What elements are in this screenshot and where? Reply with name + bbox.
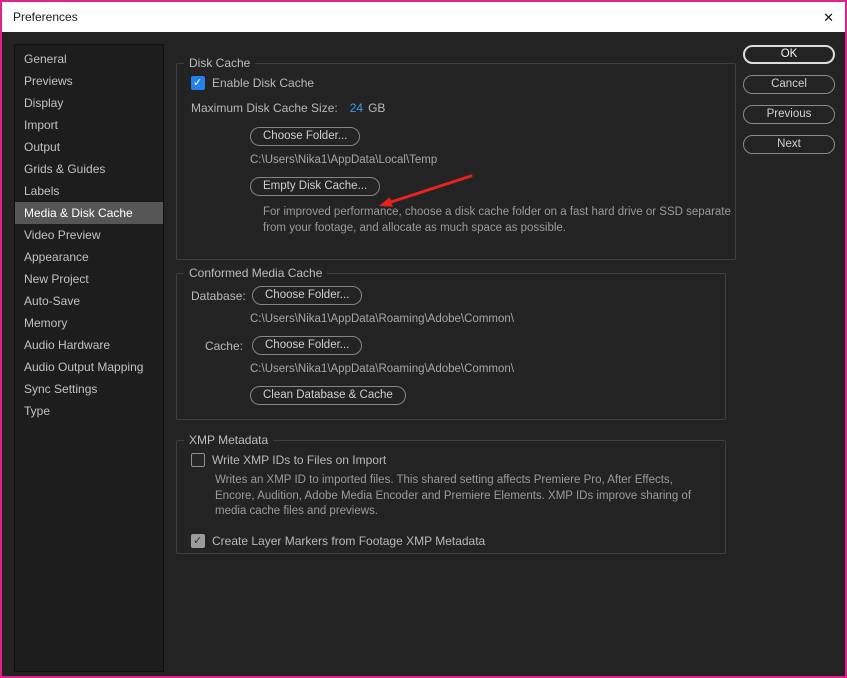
sidebar-item-general[interactable]: General [15, 48, 163, 70]
sidebar-item-grids-guides[interactable]: Grids & Guides [15, 158, 163, 180]
conformed-media-cache-group-title: Conformed Media Cache [189, 266, 323, 280]
cache-choose-folder-button[interactable]: Choose Folder... [252, 336, 363, 355]
sidebar-item-previews[interactable]: Previews [15, 70, 163, 92]
disk-cache-group: Disk Cache Enable Disk Cache Maximum Dis… [176, 56, 736, 260]
ok-button[interactable]: OK [743, 45, 835, 64]
max-disk-cache-size-label: Maximum Disk Cache Size: [191, 101, 338, 115]
close-icon[interactable]: ✕ [823, 11, 834, 24]
cache-label: Cache: [204, 338, 243, 353]
create-layer-markers-checkbox[interactable] [191, 533, 205, 548]
max-disk-cache-size-value[interactable]: 24 [350, 101, 363, 115]
window-title: Preferences [13, 10, 78, 24]
sidebar-item-sync-settings[interactable]: Sync Settings [15, 378, 163, 400]
xmp-metadata-group-title: XMP Metadata [189, 433, 269, 447]
disk-cache-choose-folder-button[interactable]: Choose Folder... [250, 127, 361, 146]
sidebar-item-appearance[interactable]: Appearance [15, 246, 163, 268]
sidebar-item-import[interactable]: Import [15, 114, 163, 136]
enable-disk-cache-label: Enable Disk Cache [212, 76, 315, 90]
dialog-body: General Previews Display Import Output G… [2, 32, 845, 676]
conformed-media-cache-group: Conformed Media Cache Database: Choose F… [176, 266, 726, 420]
sidebar-item-display[interactable]: Display [15, 92, 163, 114]
disk-cache-group-title: Disk Cache [189, 56, 251, 70]
xmp-metadata-group: XMP Metadata Write XMP IDs to Files on I… [176, 433, 726, 554]
sidebar-item-audio-output-mapping[interactable]: Audio Output Mapping [15, 356, 163, 378]
sidebar-item-auto-save[interactable]: Auto-Save [15, 290, 163, 312]
disk-cache-description: For improved performance, choose a disk … [263, 206, 731, 234]
sidebar-item-media-disk-cache[interactable]: Media & Disk Cache [15, 202, 163, 224]
preferences-window: Preferences ✕ General Previews Display I… [0, 0, 847, 678]
database-label: Database: [191, 288, 246, 303]
title-bar: Preferences ✕ [2, 2, 845, 32]
cancel-button[interactable]: Cancel [743, 75, 835, 94]
sidebar: General Previews Display Import Output G… [14, 44, 164, 672]
previous-button[interactable]: Previous [743, 105, 835, 124]
next-button[interactable]: Next [743, 135, 835, 154]
enable-disk-cache-checkbox[interactable] [191, 76, 205, 90]
write-xmp-ids-checkbox[interactable] [191, 453, 205, 467]
cache-path: C:\Users\Nika1\AppData\Roaming\Adobe\Com… [250, 363, 514, 375]
create-layer-markers-label: Create Layer Markers from Footage XMP Me… [212, 533, 486, 548]
sidebar-item-video-preview[interactable]: Video Preview [15, 224, 163, 246]
database-path: C:\Users\Nika1\AppData\Roaming\Adobe\Com… [250, 313, 514, 325]
sidebar-item-audio-hardware[interactable]: Audio Hardware [15, 334, 163, 356]
sidebar-item-output[interactable]: Output [15, 136, 163, 158]
sidebar-item-labels[interactable]: Labels [15, 180, 163, 202]
write-xmp-ids-label: Write XMP IDs to Files on Import [212, 453, 387, 467]
empty-disk-cache-button[interactable]: Empty Disk Cache... [250, 177, 381, 196]
disk-cache-path: C:\Users\Nika1\AppData\Local\Temp [250, 154, 438, 166]
database-choose-folder-button[interactable]: Choose Folder... [252, 286, 363, 305]
sidebar-item-memory[interactable]: Memory [15, 312, 163, 334]
write-xmp-ids-description: Writes an XMP ID to imported files. This… [215, 474, 692, 518]
sidebar-item-type[interactable]: Type [15, 400, 163, 422]
clean-database-cache-button[interactable]: Clean Database & Cache [250, 386, 406, 405]
sidebar-item-new-project[interactable]: New Project [15, 268, 163, 290]
max-disk-cache-size-unit: GB [368, 101, 386, 115]
